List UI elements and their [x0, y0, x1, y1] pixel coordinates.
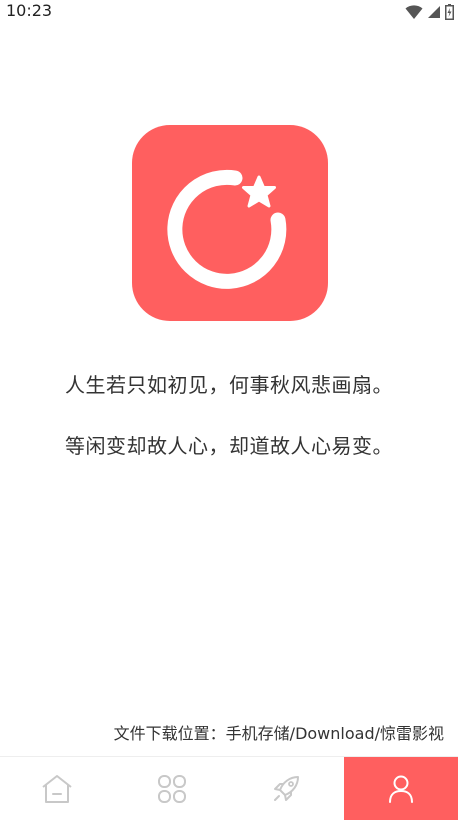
quote-line-1: 人生若只如初见，何事秋风悲画扇。: [65, 373, 393, 397]
status-icons: [405, 3, 454, 21]
download-path-text: 文件下载位置：手机存储/Download/惊雷影视: [113, 724, 444, 743]
status-time: 10:23: [6, 1, 53, 20]
nav-item-home[interactable]: [0, 757, 115, 820]
rocket-icon: [274, 776, 300, 801]
wifi-icon: [405, 5, 423, 19]
battery-icon: [445, 4, 454, 20]
moon-star-logo-icon: [132, 125, 328, 321]
nav-item-categories[interactable]: [115, 757, 230, 820]
grid-icon: [157, 775, 186, 803]
nav-item-profile[interactable]: [343, 757, 458, 820]
user-icon: [388, 775, 413, 803]
nav-item-discover[interactable]: [229, 757, 344, 820]
status-bar: 10:23: [0, 0, 458, 24]
home-icon: [42, 775, 72, 803]
signal-icon: [428, 6, 440, 18]
quote-line-2: 等闲变却故人心，却道故人心易变。: [65, 434, 393, 458]
bottom-nav: [0, 756, 458, 820]
app-screen: 10:23 人生若只如初见，何事秋风悲画扇。 等闲变却故人心，却道故人心易变。 …: [0, 0, 458, 820]
